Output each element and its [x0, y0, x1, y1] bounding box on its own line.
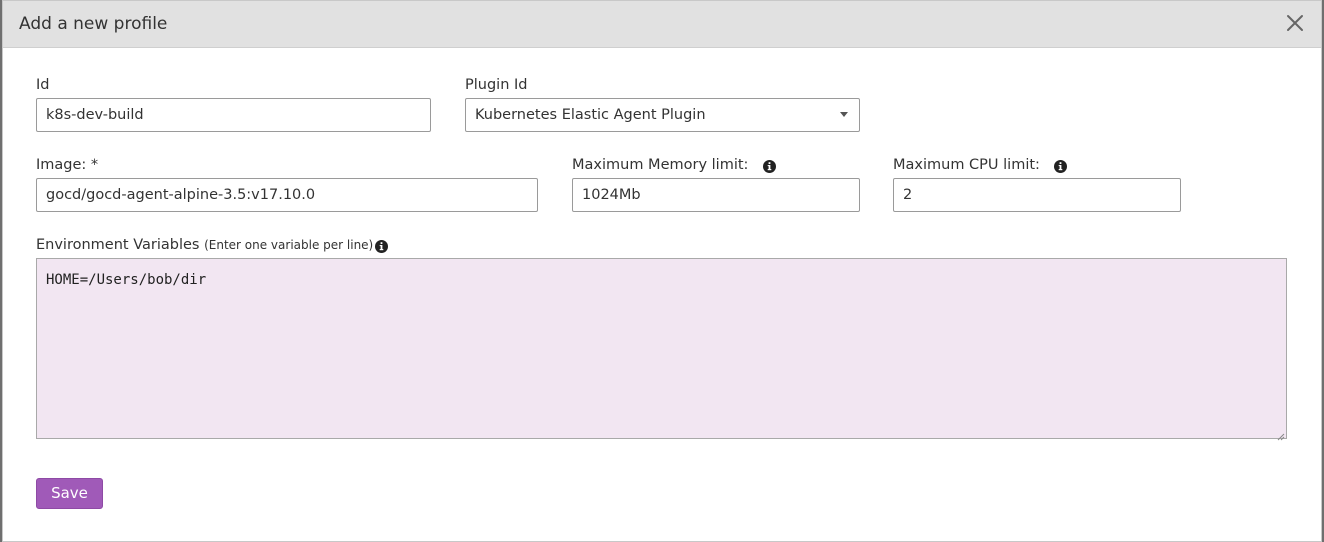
plugin-id-selected-value: Kubernetes Elastic Agent Plugin — [475, 107, 706, 123]
image-label: Image: * — [36, 157, 99, 173]
env-vars-label-text: Environment Variables — [36, 237, 200, 253]
add-profile-modal: Add a new profile Id k8s-dev-build Plugi… — [2, 0, 1322, 542]
env-vars-value: HOME=/Users/bob/dir — [46, 272, 207, 288]
close-icon[interactable] — [1283, 11, 1307, 35]
max-cpu-field[interactable]: 2 — [893, 178, 1181, 212]
id-label: Id — [36, 77, 50, 93]
image-field[interactable]: gocd/gocd-agent-alpine-3.5:v17.10.0 — [36, 178, 538, 212]
env-vars-hint: (Enter one variable per line) — [204, 238, 374, 252]
info-icon[interactable] — [1054, 158, 1067, 173]
chevron-down-icon — [840, 112, 848, 117]
modal-header: Add a new profile — [3, 1, 1321, 48]
max-memory-field[interactable]: 1024Mb — [572, 178, 860, 212]
modal-title: Add a new profile — [19, 14, 168, 34]
info-icon[interactable] — [763, 158, 776, 173]
id-field[interactable]: k8s-dev-build — [36, 98, 431, 132]
info-icon[interactable] — [375, 238, 388, 253]
save-button[interactable]: Save — [36, 478, 103, 509]
max-cpu-label: Maximum CPU limit: — [893, 157, 1040, 173]
plugin-id-label: Plugin Id — [465, 77, 528, 93]
resize-grip-icon[interactable] — [1276, 428, 1285, 441]
max-memory-label: Maximum Memory limit: — [572, 157, 749, 173]
env-vars-label: Environment Variables (Enter one variabl… — [36, 236, 373, 254]
plugin-id-select[interactable]: Kubernetes Elastic Agent Plugin — [465, 98, 860, 132]
env-vars-textarea[interactable]: HOME=/Users/bob/dir — [36, 258, 1287, 441]
